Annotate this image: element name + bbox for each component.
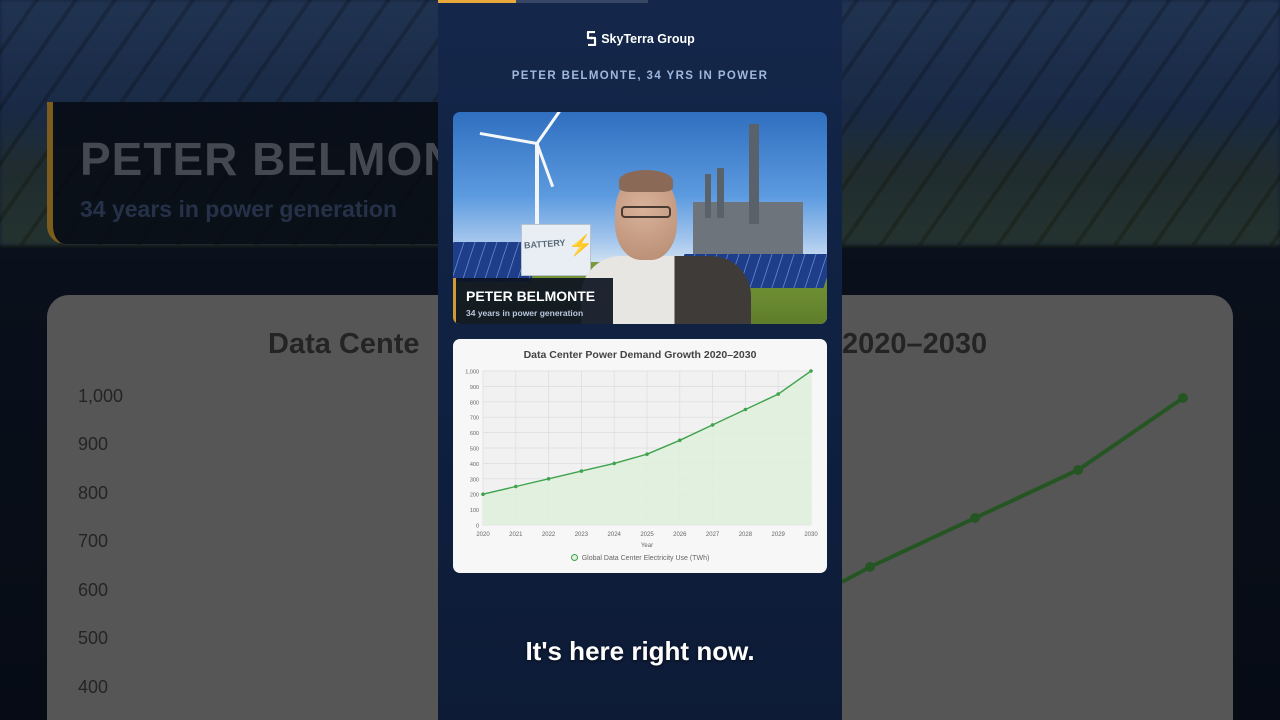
y-tick-label: 200	[470, 493, 479, 499]
x-tick-label: 2025	[640, 532, 654, 538]
data-point	[514, 484, 518, 489]
x-tick-label: 2026	[673, 532, 687, 538]
data-point	[546, 477, 551, 481]
data-point	[579, 469, 584, 473]
x-tick-label: 2028	[739, 532, 753, 538]
data-point	[612, 461, 616, 466]
speaker-hair	[619, 170, 673, 192]
speaker-video: BATTERY ⚡ PETER BELMONTE 34 years in pow…	[453, 112, 827, 324]
y-tick-label: 500	[470, 447, 479, 453]
y-tick-label: 800	[470, 400, 479, 406]
wind-turbine	[535, 142, 539, 230]
data-point	[678, 438, 682, 443]
x-tick-label: 2024	[608, 532, 622, 538]
x-tick-label: 2030	[804, 532, 818, 538]
x-tick-label: 2023	[575, 532, 589, 538]
x-tick-label: 2027	[706, 532, 720, 538]
glasses	[621, 206, 671, 218]
y-tick-label: 300	[470, 477, 479, 483]
y-tick-label: 400	[470, 462, 479, 468]
x-tick-label: 2021	[509, 532, 523, 538]
data-point	[645, 452, 649, 456]
data-point	[743, 407, 748, 412]
short-video-frame[interactable]: SkyTerra Group PETER BELMONTE, 34 YRS IN…	[438, 0, 842, 720]
progress-bar[interactable]	[438, 0, 648, 3]
y-tick-label: 600	[470, 431, 479, 437]
lower-third: PETER BELMONTE 34 years in power generat…	[453, 278, 613, 324]
y-tick-label: 0	[476, 524, 479, 530]
chart: 0 100 200 300 400 500 600 700 800 900 1,000 2020 202…	[465, 369, 818, 549]
x-axis-title: Year	[641, 543, 653, 549]
chart-card: Data Center Power Demand Growth 2020–203…	[453, 339, 827, 573]
brand-name: SkyTerra Group	[601, 32, 695, 46]
chart-title: Data Center Power Demand Growth 2020–203…	[523, 349, 757, 361]
x-tick-label: 2020	[476, 532, 490, 538]
y-tick-label: 1,000	[465, 370, 479, 376]
kicker-title: PETER BELMONTE, 34 YRS IN POWER	[511, 70, 769, 82]
video-player[interactable]: PETER BELMONTE 34 years in power generat…	[0, 0, 1280, 720]
subtitle-caption: It's here right now.	[525, 636, 755, 666]
progress-bar-fill	[438, 0, 516, 3]
skyterra-logo-icon	[587, 31, 597, 46]
legend-swatch	[570, 554, 578, 561]
brand: SkyTerra Group	[438, 31, 842, 46]
x-tick-label: 2022	[542, 532, 556, 538]
speaker-subtitle: 34 years in power generation	[466, 308, 584, 318]
legend-label: Global Data Center Electricity Use (TWh)	[581, 555, 710, 562]
data-point	[776, 392, 780, 396]
battery-label: BATTERY	[523, 237, 566, 251]
y-tick-label: 900	[470, 385, 479, 391]
data-point	[809, 369, 813, 373]
data-point	[710, 423, 715, 427]
y-tick-label: 700	[470, 416, 479, 422]
y-tick-label: 100	[470, 508, 479, 514]
chart-legend: Global Data Center Electricity Use (TWh)	[453, 554, 827, 562]
data-point	[481, 492, 485, 496]
x-tick-label: 2029	[772, 532, 786, 538]
speaker-name: PETER BELMONTE	[466, 288, 596, 304]
